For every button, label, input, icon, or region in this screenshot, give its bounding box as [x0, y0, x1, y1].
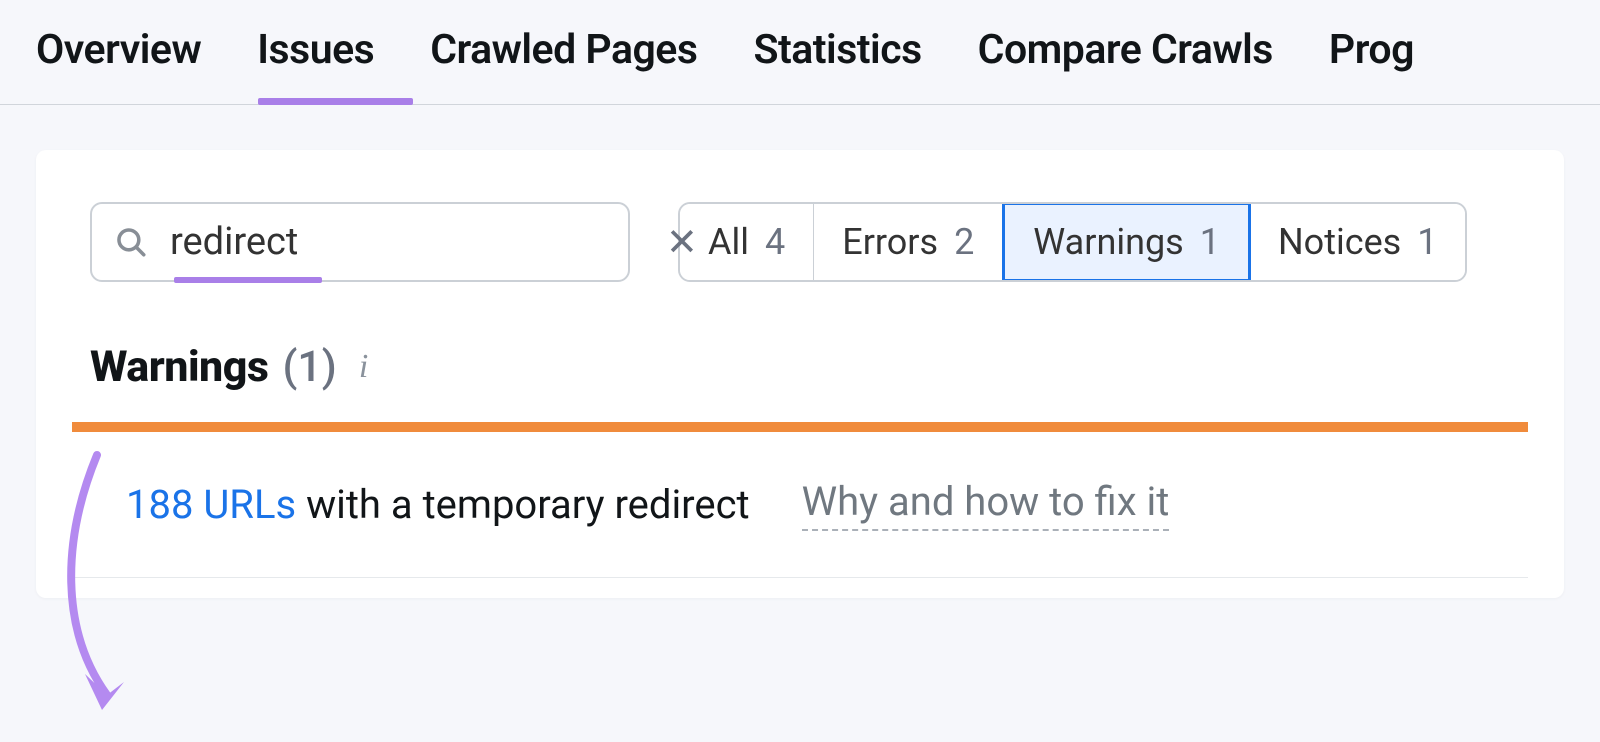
tab-crawled-pages[interactable]: Crawled Pages — [430, 26, 697, 104]
controls-row: ✕ All 4 Errors 2 Warnings 1 Notices 1 — [36, 202, 1564, 282]
section-count: (1) — [282, 342, 336, 392]
search-box: ✕ — [90, 202, 630, 282]
tab-compare-crawls[interactable]: Compare Crawls — [978, 26, 1273, 104]
search-highlight — [174, 277, 322, 283]
issue-url-count-link[interactable]: 188 URLs — [126, 481, 296, 528]
filter-errors[interactable]: Errors 2 — [814, 204, 1003, 280]
filter-count: 4 — [765, 221, 785, 263]
filter-label: All — [708, 221, 749, 263]
issue-row: 188 URLs with a temporary redirect Why a… — [72, 432, 1528, 578]
tab-statistics[interactable]: Statistics — [753, 26, 921, 104]
section-title: Warnings — [90, 342, 268, 392]
warnings-divider — [72, 422, 1528, 432]
issues-card: ✕ All 4 Errors 2 Warnings 1 Notices 1 Wa… — [36, 150, 1564, 598]
search-icon — [114, 225, 148, 259]
nav-tabs: Overview Issues Crawled Pages Statistics… — [0, 0, 1600, 105]
clear-search-icon[interactable]: ✕ — [660, 220, 704, 265]
filter-warnings[interactable]: Warnings 1 — [1002, 202, 1251, 282]
filter-count: 1 — [1417, 221, 1437, 263]
issue-text-wrap: 188 URLs with a temporary redirect — [126, 481, 750, 528]
tab-overview[interactable]: Overview — [36, 26, 201, 104]
filter-count: 1 — [1200, 221, 1220, 263]
filter-label: Errors — [842, 221, 938, 263]
filter-label: Warnings — [1033, 221, 1183, 263]
info-icon[interactable]: i — [359, 348, 368, 386]
tab-issues[interactable]: Issues — [257, 26, 374, 104]
filter-notices[interactable]: Notices 1 — [1250, 204, 1466, 280]
tab-progress[interactable]: Prog — [1329, 26, 1414, 104]
search-input[interactable] — [170, 220, 660, 264]
filter-group: All 4 Errors 2 Warnings 1 Notices 1 — [678, 202, 1467, 282]
issue-description: with a temporary redirect — [296, 481, 749, 528]
fix-it-link[interactable]: Why and how to fix it — [802, 478, 1170, 531]
filter-label: Notices — [1278, 221, 1401, 263]
filter-count: 2 — [954, 221, 974, 263]
section-header: Warnings (1) i — [36, 282, 1564, 422]
